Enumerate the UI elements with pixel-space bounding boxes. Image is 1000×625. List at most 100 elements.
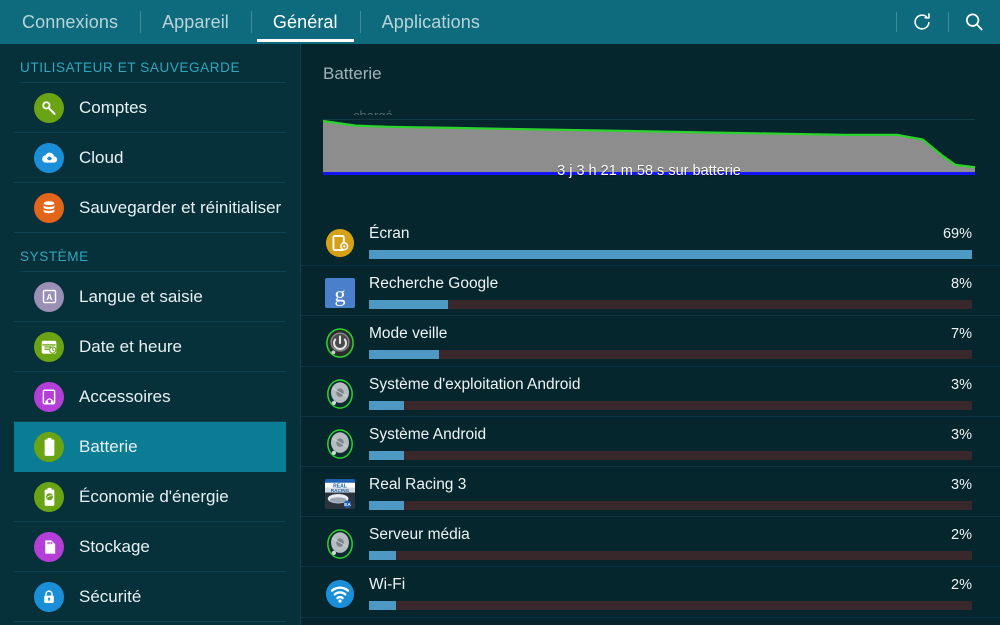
battery-usage-bar-track	[369, 601, 972, 611]
android-os-icon	[323, 527, 357, 561]
sidebar-item-label: Langue et saisie	[79, 286, 203, 306]
sidebar-item-label: Batterie	[79, 436, 138, 456]
tab-applications[interactable]: Applications	[359, 0, 502, 44]
battery-usage-app-name: Écran	[369, 225, 410, 242]
battery-usage-bar-track	[369, 500, 972, 510]
battery-usage-app-name: Wi-Fi	[369, 576, 406, 594]
sidebar-item-label: Sauvegarder et réinitialiser	[79, 197, 282, 217]
battery-usage-row-body: Serveur média 2%	[369, 526, 972, 561]
sidebar-item-langue-et-saisie[interactable]: A Langue et saisie	[14, 272, 286, 322]
tab-appareil[interactable]: Appareil	[140, 0, 251, 44]
android-os-icon	[323, 377, 357, 411]
battery-usage-bar-fill	[369, 350, 440, 360]
battery-usage-row-header: Wi-Fi 2%	[369, 576, 972, 594]
google-icon: g	[323, 276, 357, 310]
battery-usage-row-body: Écran 69%	[369, 225, 972, 259]
svg-text:RACING: RACING	[331, 488, 350, 493]
battery-usage-bar-fill	[369, 551, 396, 561]
battery-usage-percent: 8%	[951, 276, 972, 293]
battery-usage-app-name: Système d'exploitation Android	[369, 375, 581, 393]
battery-usage-row[interactable]: g Recherche Google 8%	[301, 266, 1000, 317]
battery-usage-row-body: Recherche Google 8%	[369, 275, 972, 310]
battery-usage-bar-fill	[369, 250, 972, 259]
battery-usage-bar-fill	[369, 601, 396, 611]
search-button[interactable]	[948, 0, 1000, 44]
battery-usage-percent: 3%	[951, 376, 972, 393]
sidebar-item-s-curit[interactable]: Sécurité	[14, 572, 286, 622]
tab-connexions[interactable]: Connexions	[0, 0, 140, 44]
sidebar-item-accessoires[interactable]: Accessoires	[14, 372, 286, 422]
battery-usage-app-name: Mode veille	[369, 325, 448, 343]
battery-usage-bar-track	[369, 350, 972, 360]
battery-usage-row-body: Real Racing 3 3%	[369, 476, 972, 510]
battery-usage-percent: 2%	[951, 577, 972, 594]
battery-usage-row-header: Recherche Google 8%	[369, 275, 972, 293]
battery-usage-row[interactable]: Écran 69%	[301, 216, 1000, 267]
battery-usage-list[interactable]: Écran 69% g Recherche Google 8% Mode veille 7%…	[301, 216, 1000, 625]
battery-usage-bar-fill	[369, 450, 405, 460]
battery-usage-row-body: Mode veille 7%	[369, 325, 972, 360]
android-os-icon	[323, 427, 357, 461]
battery-usage-bar-fill	[369, 500, 405, 510]
page-title: Batterie	[323, 64, 382, 83]
refresh-button[interactable]	[896, 0, 948, 44]
sidebar-item-conomie-d-nergie[interactable]: Économie d'énergie	[14, 472, 286, 522]
sidebar-item-label: Sécurité	[79, 586, 142, 606]
battery-usage-bar-track	[369, 300, 972, 310]
sidebar-item-label: Stockage	[79, 536, 150, 556]
battery-eco-icon	[34, 481, 64, 512]
battery-usage-percent: 3%	[951, 476, 972, 493]
lock-icon	[34, 581, 64, 612]
battery-usage-row[interactable]: Système Android 3%	[301, 417, 1000, 467]
svg-text:g: g	[334, 282, 345, 307]
sidebar-item-cloud[interactable]: Cloud	[14, 133, 286, 183]
battery-usage-bar-track	[369, 250, 972, 259]
sidebar-item-stockage[interactable]: Stockage	[14, 522, 286, 572]
battery-usage-row-header: Real Racing 3 3%	[369, 476, 972, 494]
battery-usage-percent: 7%	[951, 326, 972, 343]
battery-usage-row-header: Système Android 3%	[369, 426, 972, 444]
power-icon	[323, 326, 357, 360]
sdcard-icon	[34, 531, 64, 562]
tab-label: Général	[272, 11, 338, 32]
sidebar-item-sauvegarder-et-r-initialiser[interactable]: Sauvegarder et réinitialiser	[14, 183, 286, 233]
wifi-icon	[323, 577, 357, 611]
battery-usage-row-body: Wi-Fi 2%	[369, 576, 972, 611]
settings-sidebar[interactable]: UTILISATEUR ET SAUVEGARDE Comptes Cloud Sau…	[0, 44, 301, 625]
sidebar-item-label: Économie d'énergie	[79, 486, 229, 506]
battery-usage-row[interactable]: Wi-Fi 2%	[301, 567, 1000, 618]
sidebar-item-comptes[interactable]: Comptes	[14, 83, 286, 133]
battery-usage-bar-track	[369, 450, 972, 460]
battery-usage-row[interactable]: REAL RACING EA Real Racing 3 3%	[301, 467, 1000, 518]
battery-usage-row[interactable]: YouTube2%	[301, 618, 1000, 625]
sidebar-item-batterie[interactable]: Batterie	[14, 422, 286, 472]
battery-usage-bar-fill	[369, 300, 448, 310]
sidebar-item-date-et-heure[interactable]: Date et heure	[14, 322, 286, 372]
battery-usage-percent: 2%	[951, 527, 972, 544]
battery-history-chart[interactable]: chargé 3 j 3 h 21 m 58 s sur batterie	[323, 108, 975, 211]
battery-usage-row[interactable]: Serveur média 2%	[301, 517, 1000, 568]
tab-gnral[interactable]: Général	[250, 0, 360, 44]
topbar-actions	[896, 0, 1000, 44]
calendar-clock-icon	[34, 331, 64, 362]
battery-usage-row[interactable]: Système d'exploitation Android 3%	[301, 367, 1000, 417]
battery-usage-row-header: Écran 69%	[369, 225, 972, 243]
battery-usage-percent: 69%	[942, 226, 972, 242]
tab-label: Applications	[381, 11, 480, 32]
cloud-sync-icon	[34, 142, 64, 173]
battery-usage-app-name: Recherche Google	[369, 275, 499, 293]
battery-usage-row-header: Serveur média 2%	[369, 526, 972, 544]
battery-usage-row-header: Mode veille 7%	[369, 325, 972, 343]
svg-text:EA: EA	[344, 502, 351, 507]
battery-usage-app-name: Serveur média	[369, 526, 470, 544]
sidebar-group-title: SYSTÈME	[20, 233, 286, 272]
battery-icon	[34, 431, 64, 462]
content-area: UTILISATEUR ET SAUVEGARDE Comptes Cloud Sau…	[0, 44, 1000, 625]
battery-usage-row-body: Système d'exploitation Android 3%	[369, 376, 972, 410]
svg-text:A: A	[46, 292, 52, 302]
battery-usage-row[interactable]: Mode veille 7%	[301, 316, 1000, 367]
battery-usage-row-body: Système Android 3%	[369, 426, 972, 460]
screen-icon	[323, 226, 357, 260]
battery-usage-bar-fill	[369, 400, 405, 410]
sidebar-item-label: Accessoires	[79, 386, 171, 406]
